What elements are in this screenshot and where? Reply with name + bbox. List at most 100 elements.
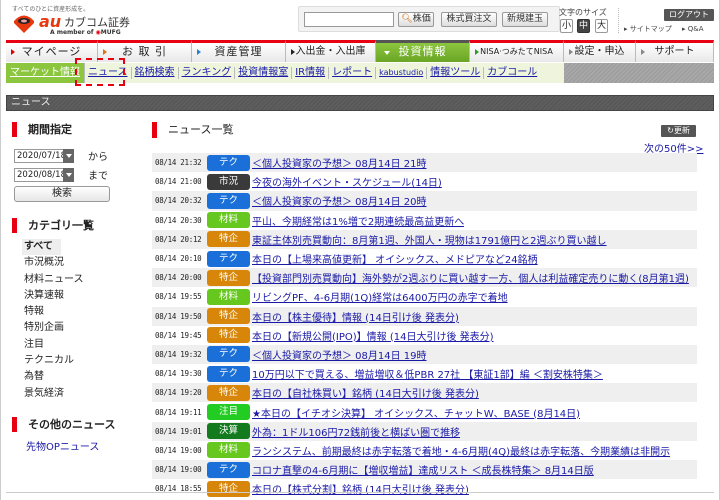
news-title-link[interactable]: 本日の【株主優待】情報 (14日引け後 発表分) (252, 309, 459, 324)
news-title-link[interactable]: 平山、今期経常は1%増で2期連続最高益更新へ (252, 213, 464, 228)
arrow-right-icon (475, 49, 479, 55)
news-title-link[interactable]: ＜個人投資家の予想＞ 08月14日 21時 (252, 155, 427, 170)
category-forex[interactable]: 為替 (22, 369, 122, 385)
news-title-link[interactable]: 【投資部門別売買動向】海外勢が2週ぶりに買い越す一方、個人は利益確定売りに動く(… (252, 270, 689, 285)
category-badge: テク (207, 461, 250, 478)
nav-label: 投資情報 (398, 45, 447, 58)
nav-settings[interactable]: 設定・申込 (564, 40, 636, 62)
subnav-info-tools[interactable]: 情報ツール (427, 67, 485, 79)
category-badge: 特企 (207, 308, 250, 325)
nav-nisa[interactable]: NISA·つみたてNISA (470, 40, 564, 62)
magnifier-icon: 🔍︎ (401, 14, 413, 24)
news-list: 08/14 21:32 テク ＜個人投資家の予想＞ 08月14日 21時 08/14 … (152, 153, 697, 498)
news-time: 08/14 19:50 (155, 311, 202, 321)
news-time: 08/14 19:30 (155, 369, 202, 379)
from-date-select[interactable]: 2020/07/18 (14, 149, 74, 163)
nav-label: 入出金・入出庫 (295, 46, 366, 57)
category-economy[interactable]: 景気経済 (22, 386, 122, 402)
header-links: ▸ サイトマップ ▸ Q&A (624, 24, 711, 34)
news-title-link[interactable]: 東証主体別売買動向：8月第1週、外国人・現物は1791億円と2週ぶり買い越し (252, 232, 607, 247)
font-size-large-button[interactable]: 大 (595, 19, 608, 33)
news-title-link[interactable]: 本日の【株式分割】銘柄 (14日大引け後 発表分) (252, 481, 469, 496)
news-title-link[interactable]: 本日の【上場来高値更新】 オイシックス、メドピアなど24銘柄 (252, 251, 538, 266)
quote-button[interactable]: 🔍︎株価 (398, 12, 434, 27)
category-heading: カテゴリ一覧 (12, 218, 94, 233)
news-title-link[interactable]: 外為：1ドル106円72銭前後と横ばい圏で推移 (252, 424, 460, 439)
subnav-market-info[interactable]: マーケット情報 (6, 63, 85, 83)
qa-link[interactable]: ▸ Q&A (682, 25, 704, 33)
news-row: 08/14 19:32 テク ＜個人投資家の予想＞ 08月14日 19時 (152, 344, 697, 365)
au-logo-icon (14, 15, 34, 33)
news-row: 08/14 19:20 特企 本日の【自社株買い】銘柄 (14日大引け後 発表分) (152, 383, 697, 403)
period-search-button[interactable]: 検索 (14, 186, 110, 202)
nav-label: マイページ (21, 45, 82, 58)
subnav-kabustudio[interactable]: kabustudio (376, 67, 428, 79)
arrow-right-icon (103, 49, 107, 55)
category-special-feature[interactable]: 特別企画 (22, 320, 122, 336)
nav-label: お 取 引 (122, 45, 167, 58)
subnav-kabucall[interactable]: カブコール (484, 67, 540, 79)
font-size-medium-button[interactable]: 中 (577, 19, 590, 33)
category-technical[interactable]: テクニカル (22, 353, 122, 369)
category-highlight[interactable]: 注目 (22, 337, 122, 353)
category-material-news[interactable]: 材料ニュース (22, 272, 122, 288)
category-badge: 材料 (207, 442, 250, 459)
stock-order-button[interactable]: 株式買注文 (441, 12, 497, 27)
news-title-link[interactable]: 本日の【自社株買い】銘柄 (14日大引け後 発表分) (252, 385, 479, 400)
nav-assets[interactable]: 資産管理 (192, 40, 286, 62)
category-badge: 決算 (207, 423, 250, 440)
quote-search-input[interactable] (304, 12, 394, 27)
category-list: すべて 市況概況 材料ニュース 決算速報 特報 特別企画 注目 テクニカル 為替… (22, 239, 122, 402)
category-badge: 特企 (207, 384, 250, 401)
category-earnings-flash[interactable]: 決算速報 (22, 288, 122, 304)
category-badge: テク (207, 250, 250, 267)
news-time: 08/14 20:12 (155, 234, 202, 244)
futures-options-news-link[interactable]: 先物OPニュース (26, 438, 99, 453)
category-all[interactable]: すべて (22, 239, 61, 256)
sitemap-link[interactable]: ▸ サイトマップ (624, 25, 672, 33)
dropdown-arrow-icon[interactable] (63, 149, 74, 163)
news-time: 08/14 21:32 (155, 158, 202, 168)
category-special-report[interactable]: 特報 (22, 304, 122, 320)
subnav-stock-search[interactable]: 銘柄検索 (132, 67, 179, 79)
member-group: MUFG (100, 29, 121, 36)
news-title-link[interactable]: ランシステム、前期最終は赤字転落で着地・4-6月期(4Q)最終は赤字転落、今期業… (252, 443, 670, 458)
news-title-link[interactable]: リビングPF、4-6月期(1Q)経常は6400万円の赤字で着地 (252, 289, 508, 304)
nav-label: NISA·つみたてNISA (480, 47, 553, 56)
page-title: ニュース (6, 95, 714, 111)
dropdown-arrow-icon[interactable] (63, 168, 74, 182)
news-time: 08/14 19:00 (155, 465, 202, 475)
news-row: 08/14 19:30 テク 10万円以下で買える、増益増収＆低PBR 27社 【東… (152, 364, 697, 383)
news-title-link[interactable]: ★本日の【イチオシ決算】 オイシックス、チャットW、BASE (8月14日) (252, 405, 580, 420)
logout-button[interactable]: ログアウト (664, 9, 714, 21)
category-badge: テク (207, 154, 250, 171)
nav-deposit[interactable]: 入出金・入出庫 (286, 40, 376, 62)
to-date-select[interactable]: 2020/08/18 (14, 168, 74, 182)
news-title-link[interactable]: コロナ直撃の4-6月期に【増収増益】達成リスト ＜成長株特集＞ 8月14日版 (252, 462, 594, 477)
nav-support[interactable]: サポート (636, 40, 714, 62)
font-size-small-button[interactable]: 小 (560, 19, 573, 33)
category-badge: 注目 (207, 404, 250, 421)
new-position-button[interactable]: 新規建玉 (502, 12, 548, 27)
nav-investment-info[interactable]: 投資情報 (376, 40, 470, 62)
highlight-box (75, 58, 125, 86)
news-title-link[interactable]: 10万円以下で買える、増益増収＆低PBR 27社 【東証1部】編 ＜割安株特集＞ (252, 366, 603, 381)
subnav-ranking[interactable]: ランキング (179, 67, 236, 79)
subnav-research-room[interactable]: 投資情報室 (235, 67, 293, 79)
news-time: 08/14 19:20 (155, 388, 202, 398)
category-market-overview[interactable]: 市況概況 (22, 255, 122, 271)
news-title-link[interactable]: ＜個人投資家の予想＞ 08月14日 19時 (252, 347, 427, 362)
refresh-button[interactable]: ↻更新 (661, 125, 696, 137)
arrow-right-icon (197, 49, 201, 55)
news-row: 08/14 19:00 材料 ランシステム、前期最終は赤字転落で着地・4-6月期(4… (152, 441, 697, 460)
news-time: 08/14 20:32 (155, 196, 202, 206)
logo[interactable]: au カブコム証券 A member of ◉MUFG (12, 11, 132, 39)
subnav-report[interactable]: レポート (329, 67, 377, 79)
news-title-link[interactable]: ＜個人投資家の予想＞ 08月14日 20時 (252, 193, 427, 208)
news-time: 08/14 19:00 (155, 445, 202, 455)
news-title-link[interactable]: 今夜の海外イベント・スケジュール(14日) (252, 174, 442, 189)
news-time: 08/14 19:32 (155, 349, 202, 359)
subnav-ir-info[interactable]: IR情報 (292, 67, 330, 79)
member-of-text: A member of ◉MUFG (50, 29, 121, 36)
news-title-link[interactable]: 本日の【新規公開(IPO)】情報 (14日大引け後 発表分) (252, 328, 494, 343)
